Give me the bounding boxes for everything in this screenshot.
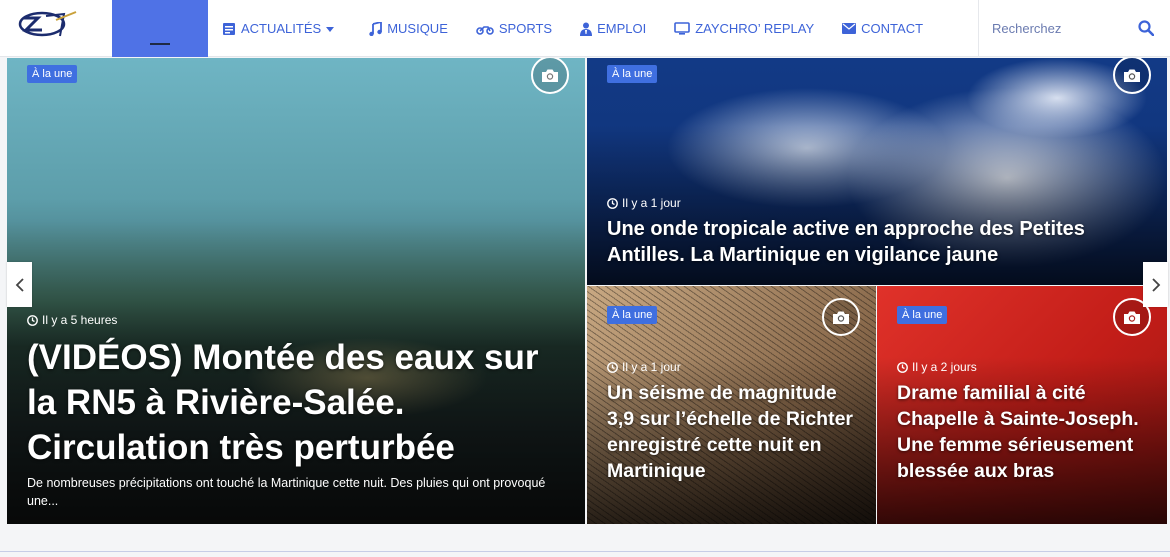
nav-item-label: ACTUALITÉS (241, 21, 322, 36)
time-label: Il y a 2 jours (912, 360, 977, 374)
music-icon (369, 21, 383, 36)
article-time: Il y a 5 heures (27, 313, 117, 327)
nav-item-musique[interactable]: MUSIQUE (368, 21, 448, 36)
nav-item-sports[interactable]: SPORTS (476, 21, 552, 36)
category-badge[interactable]: À la une (607, 306, 658, 324)
category-badge[interactable]: À la une (607, 65, 658, 83)
search-icon[interactable] (1138, 20, 1154, 36)
time-label: Il y a 1 jour (622, 360, 681, 374)
clock-icon (607, 361, 618, 373)
envelope-icon (842, 23, 857, 34)
clock-icon (27, 314, 38, 326)
caret-down-icon (326, 26, 335, 32)
camera-icon (531, 58, 569, 94)
home-indicator (150, 43, 170, 45)
site-logo[interactable] (16, 6, 80, 42)
search-box (978, 0, 1170, 57)
nav-item-label: CONTACT (861, 21, 924, 36)
camera-icon (822, 298, 860, 336)
article-excerpt: De nombreuses précipitations ont touché … (27, 476, 546, 508)
article-time: Il y a 1 jour (607, 196, 681, 210)
divider (0, 551, 1170, 552)
category-badge[interactable]: À la une (27, 65, 78, 83)
slider-next-button[interactable] (1143, 262, 1168, 307)
main-nav: ACTUALITÉS MUSIQUE SPORTS EMPLOI ZAYCHRO… (222, 0, 951, 57)
chevron-right-icon (1151, 277, 1160, 292)
chevron-left-icon (15, 277, 24, 292)
slider-prev-button[interactable] (7, 262, 32, 307)
article-title[interactable]: Un séisme de magnitude 3,9 sur l’échelle… (607, 380, 862, 484)
time-label: Il y a 1 jour (622, 196, 681, 210)
motorcycle-icon (476, 25, 494, 35)
newspaper-icon (223, 22, 235, 35)
search-input[interactable] (979, 0, 1129, 57)
camera-icon (1113, 58, 1151, 94)
nav-item-label: ZAYCHRO’ REPLAY (695, 21, 815, 36)
time-label: Il y a 5 heures (42, 313, 118, 327)
article-time: Il y a 1 jour (607, 360, 681, 374)
tv-icon (674, 22, 691, 35)
article-title[interactable]: Drame familial à cité Chapelle à Sainte-… (897, 380, 1152, 484)
article-title[interactable]: (VIDÉOS) Montée des eaux sur la RN5 à Ri… (27, 335, 572, 470)
nav-item-contact[interactable]: CONTACT (842, 21, 923, 36)
nav-item-label: EMPLOI (597, 21, 647, 36)
clock-icon (607, 197, 618, 209)
article-time: Il y a 2 jours (897, 360, 977, 374)
featured-article-card[interactable]: À la une Il y a 5 heures (VIDÉOS) Montée… (7, 58, 585, 524)
category-badge[interactable]: À la une (897, 306, 948, 324)
nav-item-label: SPORTS (498, 21, 553, 36)
nav-item-actualites[interactable]: ACTUALITÉS (222, 21, 340, 36)
nav-item-label: MUSIQUE (387, 21, 448, 36)
article-card[interactable]: À la une Il y a 1 jour Une onde tropical… (587, 58, 1167, 285)
home-tab[interactable] (112, 0, 208, 57)
article-card[interactable]: À la une Il y a 2 jours Drame familial à… (877, 286, 1167, 524)
top-navbar: ACTUALITÉS MUSIQUE SPORTS EMPLOI ZAYCHRO… (0, 0, 1170, 57)
article-title[interactable]: Une onde tropicale active en approche de… (607, 216, 1152, 268)
clock-icon (897, 361, 908, 373)
nav-item-replay[interactable]: ZAYCHRO’ REPLAY (674, 21, 814, 36)
nav-item-emploi[interactable]: EMPLOI (580, 21, 646, 36)
user-tie-icon (580, 22, 593, 36)
article-card[interactable]: À la une Il y a 1 jour Un séisme de magn… (587, 286, 876, 524)
